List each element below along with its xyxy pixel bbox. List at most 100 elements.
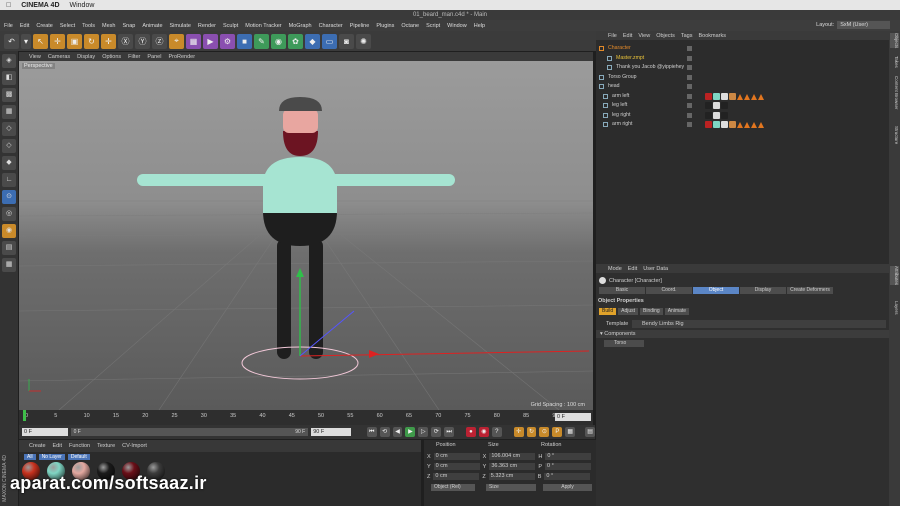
object-row[interactable]: arm left: [596, 92, 889, 102]
visibility-dot[interactable]: [687, 84, 692, 89]
material-menu-texture[interactable]: Texture: [97, 443, 115, 449]
object-row[interactable]: arm right: [596, 120, 889, 130]
menu-sculpt[interactable]: Sculpt: [223, 23, 238, 29]
subtab-build[interactable]: Build: [599, 308, 617, 315]
render-view-icon[interactable]: ▦: [186, 33, 201, 49]
key-position-icon[interactable]: ✛: [513, 427, 524, 437]
timeline-ruler[interactable]: 051015202530354045505560657075808590 0 F: [19, 410, 593, 425]
object-name[interactable]: arm right: [612, 120, 632, 130]
object-menu-bookmarks[interactable]: Bookmarks: [698, 33, 726, 39]
render-picture-viewer-icon[interactable]: ▶: [203, 33, 218, 49]
ik-tag-icon[interactable]: [751, 93, 757, 100]
end-frame-field[interactable]: 90 F: [311, 428, 351, 436]
camera-icon[interactable]: ◙: [339, 33, 354, 49]
attr-tab-coord-[interactable]: Coord.: [646, 287, 692, 294]
object-menu-edit[interactable]: Edit: [623, 33, 632, 39]
material-tag-icon[interactable]: [705, 121, 712, 128]
material-menu-edit[interactable]: Edit: [53, 443, 62, 449]
object-name[interactable]: head: [608, 82, 620, 92]
right-tab-content-browser[interactable]: Content Browser: [890, 76, 899, 110]
goto-end-icon[interactable]: ⏭: [444, 427, 455, 437]
size-field[interactable]: 106.004 cm: [489, 453, 536, 460]
material-tag-icon[interactable]: [705, 92, 712, 100]
timeline-layout-icon[interactable]: ▤: [585, 427, 596, 437]
object-name[interactable]: leg right: [612, 111, 630, 121]
current-frame-field[interactable]: 0 F: [555, 413, 591, 421]
object-row[interactable]: leg left: [596, 101, 889, 111]
visibility-dot[interactable]: [687, 65, 692, 70]
menu-render[interactable]: Render: [198, 23, 216, 29]
ik-tag-icon[interactable]: [744, 93, 750, 100]
camera-label[interactable]: Perspective: [22, 63, 55, 69]
menu-pipeline[interactable]: Pipeline: [350, 23, 370, 29]
ik-tag-icon[interactable]: [737, 93, 743, 100]
object-row[interactable]: Torso Group: [596, 73, 889, 83]
y-axis-icon[interactable]: Ⓨ: [135, 33, 150, 49]
z-axis-icon[interactable]: Ⓩ: [152, 33, 167, 49]
attr-menu-mode[interactable]: Mode: [608, 266, 622, 272]
position-field[interactable]: 0 cm: [433, 453, 480, 460]
component-torso-button[interactable]: Torso: [604, 340, 644, 347]
material-filter-all[interactable]: All: [24, 454, 36, 460]
rotate-tool-icon[interactable]: ↻: [84, 33, 99, 49]
playhead[interactable]: [23, 410, 26, 421]
material-tag-icon[interactable]: [721, 121, 728, 128]
material-menu-function[interactable]: Function: [69, 443, 90, 449]
object-row[interactable]: Thank you Jacob @yippiehey: [596, 63, 889, 73]
ik-tag-icon[interactable]: [751, 122, 757, 128]
menu-motion-tracker[interactable]: Motion Tracker: [245, 23, 281, 29]
pen-spline-icon[interactable]: ✎: [254, 33, 269, 49]
points-mode-icon[interactable]: ◇: [2, 122, 16, 136]
key-rotation-icon[interactable]: ↻: [526, 427, 537, 437]
attr-menu-user-data[interactable]: User Data: [643, 266, 668, 272]
subtab-binding[interactable]: Binding: [640, 308, 663, 315]
subtab-adjust[interactable]: Adjust: [618, 308, 639, 315]
menu-script[interactable]: Script: [426, 23, 440, 29]
menu-plugins[interactable]: Plugins: [376, 23, 394, 29]
right-tab-layers[interactable]: Layers: [890, 301, 899, 315]
rotation-field[interactable]: 0 °: [545, 463, 592, 470]
object-row[interactable]: leg right: [596, 111, 889, 121]
menu-edit[interactable]: Edit: [20, 23, 29, 29]
material-menu-cv-import[interactable]: CV-Import: [122, 443, 147, 449]
visibility-dot[interactable]: [687, 46, 692, 51]
size-mode-dropdown[interactable]: Size: [486, 484, 536, 491]
make-editable-icon[interactable]: ◈: [2, 54, 16, 68]
tweak-mode-icon[interactable]: ⊙: [2, 190, 16, 204]
scale-tool-icon[interactable]: ▣: [67, 33, 82, 49]
menu-animate[interactable]: Animate: [142, 23, 162, 29]
object-name[interactable]: leg left: [612, 101, 627, 111]
menu-create[interactable]: Create: [36, 23, 53, 29]
position-field[interactable]: 0 cm: [433, 463, 480, 470]
object-name[interactable]: Thank you Jacob @yippiehey: [616, 63, 684, 73]
menu-tools[interactable]: Tools: [82, 23, 95, 29]
material-tag-icon[interactable]: [721, 92, 728, 100]
key-pla-icon[interactable]: ▦: [565, 427, 576, 437]
object-name[interactable]: arm left: [612, 92, 629, 102]
workplane-icon[interactable]: ▦: [2, 105, 16, 119]
rotation-field[interactable]: 0 °: [545, 453, 592, 460]
object-menu-file[interactable]: File: [608, 33, 617, 39]
edges-mode-icon[interactable]: ◇: [2, 139, 16, 153]
grid-icon[interactable]: ▦: [2, 258, 16, 272]
material-tag-icon[interactable]: [713, 111, 720, 119]
template-dropdown[interactable]: Bendy Limbs Rig: [632, 320, 886, 328]
menu-character[interactable]: Character: [319, 23, 343, 29]
material-tag-icon[interactable]: [705, 102, 712, 109]
model-mode-icon[interactable]: ◧: [2, 71, 16, 85]
lock-workplane-icon[interactable]: ▤: [2, 241, 16, 255]
attr-tab-basic[interactable]: Basic: [599, 287, 645, 294]
material-tag-icon[interactable]: [705, 111, 712, 119]
material-filter-no-layer[interactable]: No Layer: [38, 454, 65, 460]
visibility-dot[interactable]: [687, 74, 692, 80]
menu-simulate[interactable]: Simulate: [170, 23, 191, 29]
attr-tab-object[interactable]: Object: [693, 287, 739, 294]
render-settings-icon[interactable]: ⚙: [220, 33, 235, 49]
size-field[interactable]: 36.363 cm: [489, 463, 536, 470]
next-key-icon[interactable]: ⟳: [431, 427, 442, 437]
select-tool-icon[interactable]: ↖: [33, 33, 48, 49]
material-tag-icon[interactable]: [729, 121, 736, 128]
mac-menu-window[interactable]: Window: [70, 2, 95, 9]
material-tag-icon[interactable]: [721, 111, 728, 119]
object-row[interactable]: head: [596, 82, 889, 92]
